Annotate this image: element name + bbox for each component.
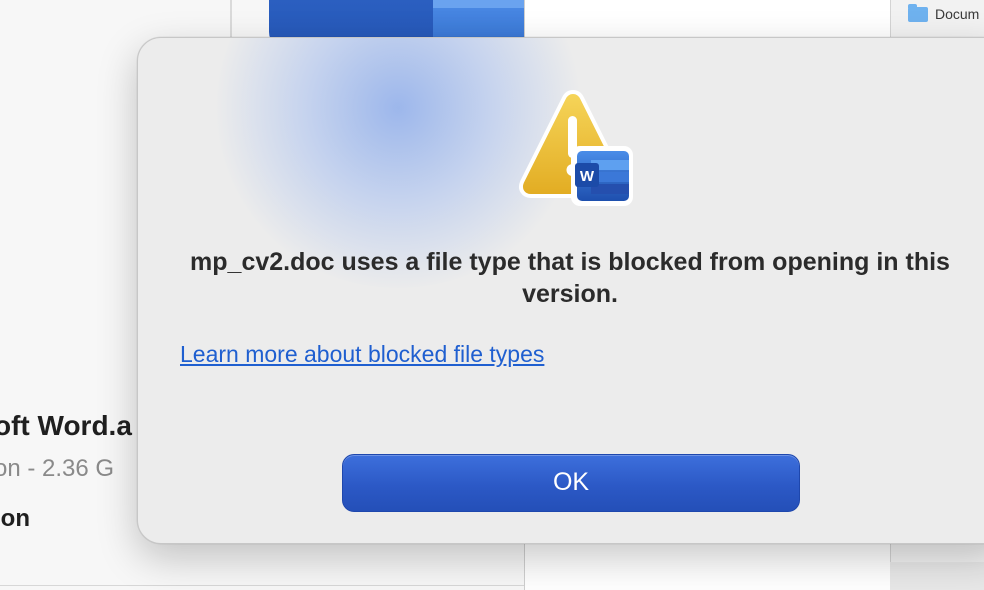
divider [0,585,524,586]
word-app-icon-highlight [433,0,525,8]
warning-word-icon: W [519,89,633,206]
folder-icon [908,3,928,22]
sidebar-item-label: Docum [935,6,980,22]
screen: Docum oft Word.a on - 2.36 G ion [0,0,984,590]
sidebar-item-documents[interactable]: Docum [908,3,980,22]
ok-button[interactable]: OK [342,454,800,512]
learn-more-link[interactable]: Learn more about blocked file types [180,341,544,368]
section-heading: ion [0,505,30,532]
alert-message: mp_cv2.doc uses a file type that is bloc… [190,248,950,308]
finder-bottom-bar [890,562,984,590]
app-name-label: oft Word.a [0,410,132,441]
alert-dialog: W mp_cv2.doc uses a file type that is bl… [137,37,984,544]
svg-text:W: W [580,168,595,185]
app-meta-label: on - 2.36 G [0,455,115,482]
